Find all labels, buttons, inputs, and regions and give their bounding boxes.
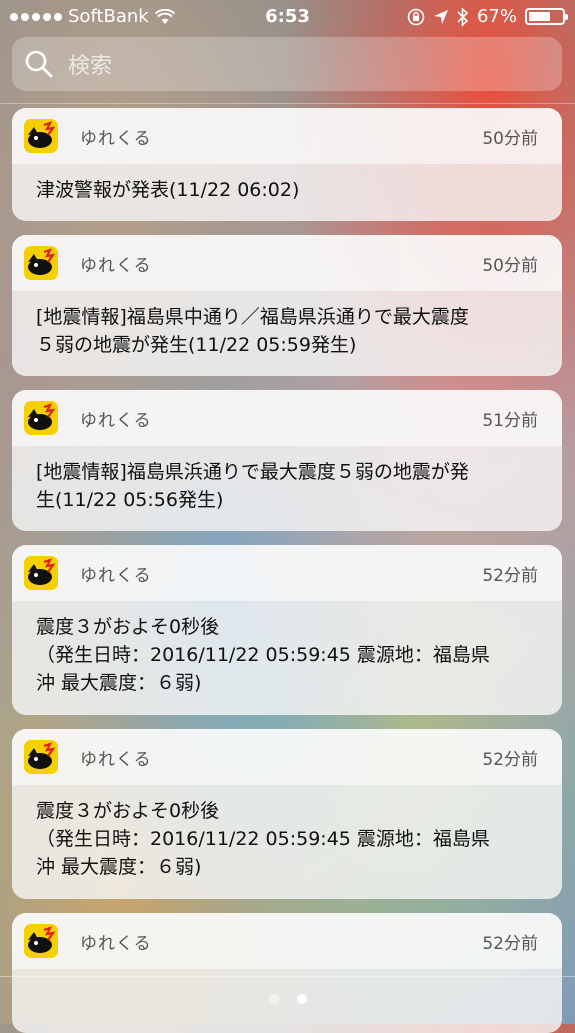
notification-card[interactable]: ゆれくる 52分前 震度３がおよそ0秒後 （発生日時：2016/11/22 05… <box>12 545 562 715</box>
page-dot[interactable] <box>268 994 279 1004</box>
orientation-lock-icon <box>407 8 425 25</box>
page-indicator[interactable] <box>0 994 575 1004</box>
search-icon <box>25 50 53 78</box>
app-icon <box>24 556 58 590</box>
app-name: ゆれくる <box>80 749 152 770</box>
status-bar: SoftBank 6:53 67% <box>0 0 575 34</box>
notification-time: 50分前 <box>482 255 538 276</box>
app-name: ゆれくる <box>80 410 152 431</box>
battery-percent: 67% <box>476 6 517 27</box>
notification-time: 50分前 <box>482 128 538 149</box>
search-bar[interactable]: 検索 <box>12 37 562 91</box>
notification-header: ゆれくる 50分前 <box>12 235 562 291</box>
notification-header: ゆれくる 52分前 <box>12 729 562 785</box>
notification-card[interactable]: ゆれくる 52分前 <box>12 913 562 1033</box>
catfish-icon <box>28 121 56 148</box>
notification-header: ゆれくる 50分前 <box>12 108 562 164</box>
notification-header: ゆれくる 51分前 <box>12 390 562 446</box>
page-dot[interactable] <box>296 994 307 1004</box>
notification-card[interactable]: ゆれくる 50分前 津波警報が発表(11/22 06:02) <box>12 108 562 221</box>
catfish-icon <box>28 926 56 953</box>
battery-icon <box>525 8 568 25</box>
search-placeholder: 検索 <box>68 54 113 79</box>
notification-message <box>12 969 562 995</box>
divider <box>0 976 575 977</box>
app-name: ゆれくる <box>80 565 152 586</box>
app-icon <box>24 119 58 153</box>
catfish-icon <box>28 248 56 275</box>
notification-message: 震度３がおよそ0秒後 （発生日時：2016/11/22 05:59:45 震源地… <box>36 800 490 878</box>
app-name: ゆれくる <box>80 128 152 149</box>
app-icon <box>24 246 58 280</box>
notification-time: 52分前 <box>482 933 538 954</box>
bluetooth-icon <box>457 6 469 27</box>
app-name: ゆれくる <box>80 933 152 954</box>
catfish-icon <box>28 558 56 585</box>
notification-time: 52分前 <box>482 565 538 586</box>
battery-fill <box>529 12 550 21</box>
app-icon <box>24 740 58 774</box>
notification-card[interactable]: ゆれくる 51分前 [地震情報]福島県浜通りで最大震度５弱の地震が発 生(11/… <box>12 390 562 531</box>
notification-message: 津波警報が発表(11/22 06:02) <box>36 179 300 201</box>
catfish-icon <box>28 742 56 769</box>
app-icon <box>24 401 58 435</box>
notification-message: [地震情報]福島県浜通りで最大震度５弱の地震が発 生(11/22 05:56発生… <box>36 461 469 511</box>
notification-time: 52分前 <box>482 749 538 770</box>
catfish-icon <box>28 403 56 430</box>
divider <box>0 103 575 104</box>
notification-header: ゆれくる 52分前 <box>12 913 562 969</box>
app-name: ゆれくる <box>80 255 152 276</box>
notification-card[interactable]: ゆれくる 50分前 [地震情報]福島県中通り／福島県浜通りで最大震度 ５弱の地震… <box>12 235 562 376</box>
notification-message: [地震情報]福島県中通り／福島県浜通りで最大震度 ５弱の地震が発生(11/22 … <box>36 306 469 356</box>
notification-time: 51分前 <box>482 410 538 431</box>
notification-header: ゆれくる 52分前 <box>12 545 562 601</box>
notification-message: 震度３がおよそ0秒後 （発生日時：2016/11/22 05:59:45 震源地… <box>36 616 490 694</box>
app-icon <box>24 924 58 958</box>
location-arrow-icon <box>433 9 448 24</box>
status-right: 67% <box>407 6 568 27</box>
notification-card[interactable]: ゆれくる 52分前 震度３がおよそ0秒後 （発生日時：2016/11/22 05… <box>12 729 562 899</box>
